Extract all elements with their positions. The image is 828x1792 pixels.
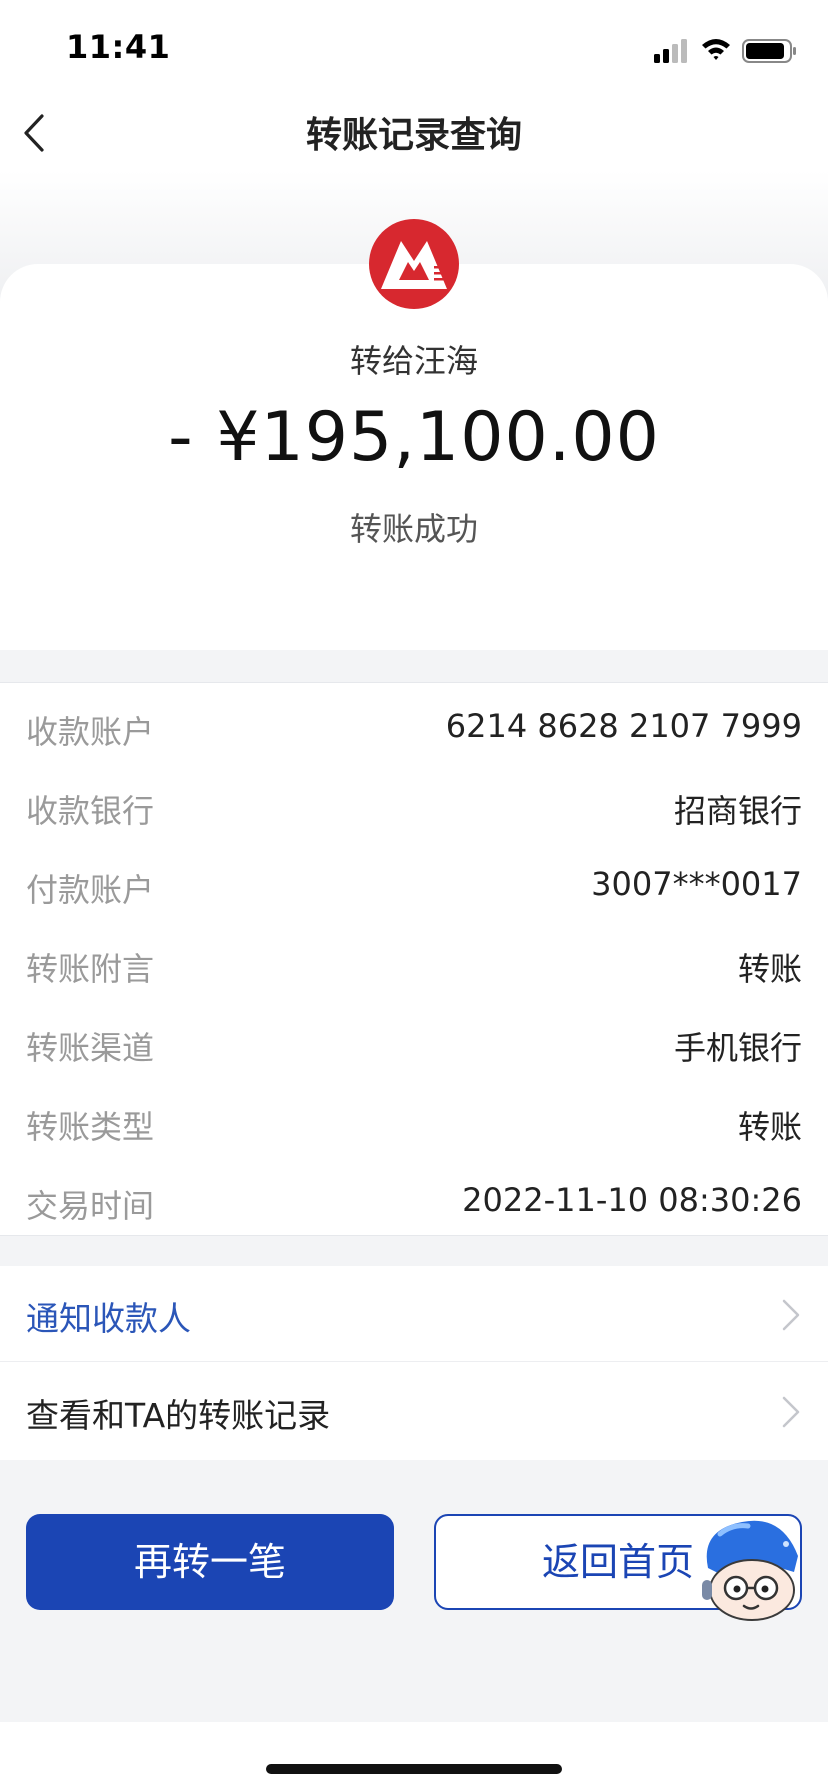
bank-logo: [369, 219, 459, 309]
nav-bar: 转账记录查询: [0, 100, 828, 166]
detail-value: 3007***0017: [591, 865, 802, 903]
detail-row-payee-bank: 收款银行 招商银行: [0, 778, 828, 838]
transfer-again-button[interactable]: 再转一笔: [26, 1514, 394, 1610]
status-time: 11:41: [66, 28, 171, 66]
transfer-history-label: 查看和TA的转账记录: [26, 1396, 331, 1435]
detail-label: 交易时间: [26, 1187, 155, 1225]
chevron-right-icon: [782, 1299, 800, 1331]
transfer-amount: - ¥195,100.00: [168, 398, 660, 477]
recipient-name: 转给汪海: [349, 342, 478, 380]
detail-row-channel: 转账渠道 手机银行: [0, 1015, 828, 1075]
action-list: 通知收款人 查看和TA的转账记录: [0, 1266, 828, 1460]
detail-label: 转账渠道: [26, 1029, 155, 1067]
detail-label: 转账类型: [26, 1108, 155, 1146]
bottom-safe-area: [0, 1722, 828, 1792]
home-indicator: [266, 1764, 562, 1774]
transfer-history-item[interactable]: 查看和TA的转账记录: [0, 1363, 828, 1459]
status-bar: 11:41: [0, 0, 828, 100]
page-title: 转账记录查询: [305, 115, 522, 156]
detail-value: 手机银行: [673, 1029, 802, 1067]
detail-row-payee-account: 收款账户 6214 8628 2107 7999: [0, 699, 828, 759]
detail-value: 转账: [737, 1108, 802, 1146]
detail-row-payer-account: 付款账户 3007***0017: [0, 857, 828, 917]
signal-icon: [654, 39, 687, 63]
transfer-status: 转账成功: [349, 510, 478, 548]
detail-row-time: 交易时间 2022-11-10 08:30:26: [0, 1173, 828, 1233]
notify-payee-label: 通知收款人: [26, 1299, 191, 1338]
notify-payee-item[interactable]: 通知收款人: [0, 1266, 828, 1362]
detail-label: 转账附言: [26, 950, 155, 988]
detail-value: 2022-11-10 08:30:26: [462, 1181, 802, 1219]
detail-row-type: 转账类型 转账: [0, 1094, 828, 1154]
assistant-mascot-icon[interactable]: [690, 1516, 808, 1624]
transfer-details: 收款账户 6214 8628 2107 7999 收款银行 招商银行 付款账户 …: [0, 682, 828, 1236]
wifi-icon: [702, 39, 730, 60]
detail-label: 收款银行: [26, 792, 155, 830]
detail-label: 收款账户: [26, 713, 155, 751]
detail-value: 6214 8628 2107 7999: [445, 707, 802, 745]
detail-row-memo: 转账附言 转账: [0, 936, 828, 996]
detail-label: 付款账户: [26, 871, 155, 909]
battery-icon: [742, 39, 796, 63]
chevron-right-icon: [782, 1396, 800, 1428]
detail-value: 转账: [737, 950, 802, 988]
detail-value: 招商银行: [673, 792, 802, 830]
